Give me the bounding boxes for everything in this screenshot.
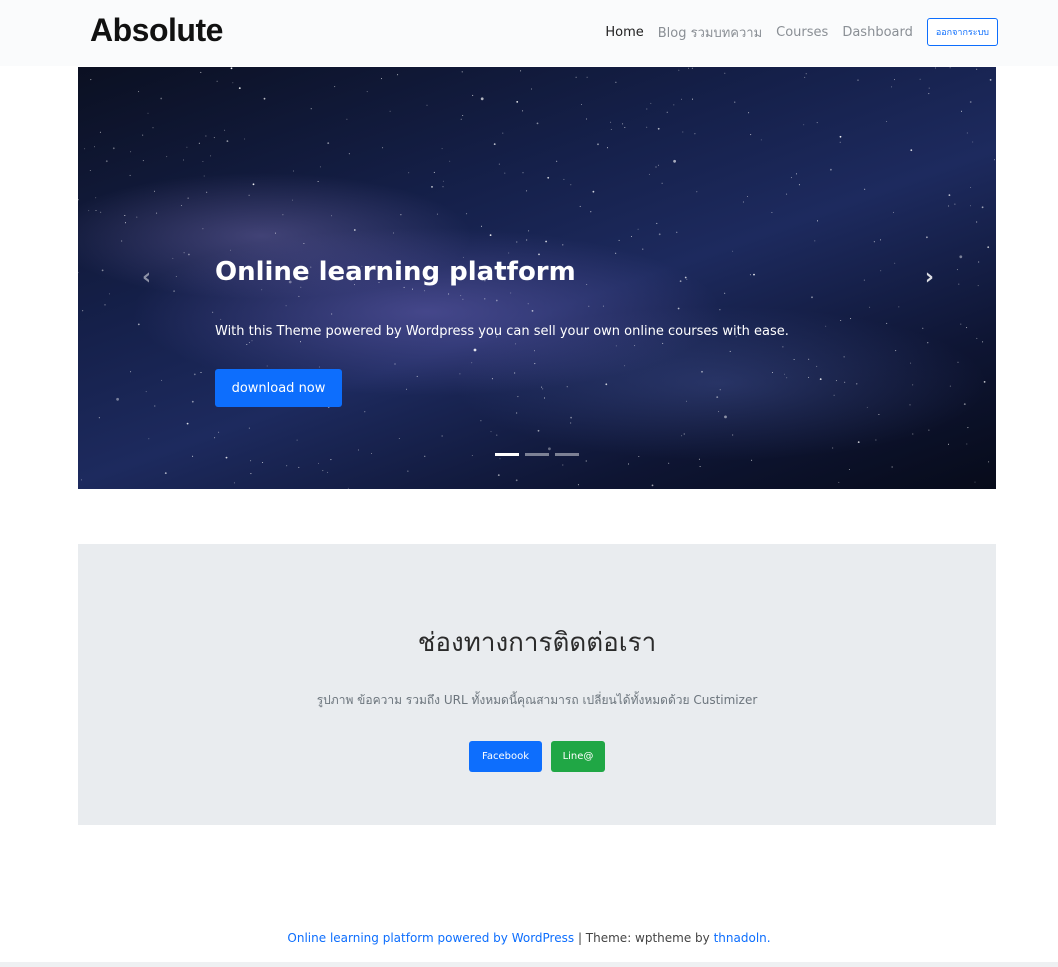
hero-carousel: Online learning platform With this Theme…: [78, 67, 996, 489]
contact-subtitle: รูปภาพ ข้อความ รวมถึง URL ทั้งหมดนี้คุณส…: [316, 693, 758, 707]
carousel-indicator-2[interactable]: [525, 453, 549, 456]
footer-author-link[interactable]: thnadoln.: [714, 931, 771, 945]
site-header: Absolute Home Blog รวมบทความ Courses Das…: [0, 0, 1058, 66]
footer-theme-text: | Theme: wptheme by: [574, 931, 714, 945]
nav-courses[interactable]: Courses: [776, 25, 828, 40]
carousel-indicator-1[interactable]: [495, 453, 519, 456]
chevron-right-icon[interactable]: ›: [925, 265, 934, 290]
facebook-button[interactable]: Facebook: [469, 741, 542, 772]
download-button[interactable]: download now: [215, 369, 342, 407]
nav-dashboard[interactable]: Dashboard: [842, 25, 913, 40]
hero-subtitle: With this Theme powered by Wordpress you…: [215, 324, 789, 339]
contact-section: ช่องทางการติดต่อเรา รูปภาพ ข้อความ รวมถึ…: [78, 544, 996, 825]
line-button[interactable]: Line@: [551, 741, 605, 772]
contact-title: ช่องทางการติดต่อเรา: [417, 628, 657, 658]
hero-title: Online learning platform: [215, 257, 576, 287]
carousel-indicators: [495, 453, 579, 456]
site-footer: Online learning platform powered by Word…: [0, 931, 1058, 945]
footer-divider: [0, 962, 1058, 967]
main-nav: Home Blog รวมบทความ Courses Dashboard ออ…: [605, 18, 998, 46]
signout-button[interactable]: ออกจากระบบ: [926, 18, 998, 46]
nav-home[interactable]: Home: [605, 25, 643, 40]
chevron-left-icon[interactable]: ‹: [142, 265, 151, 290]
site-brand[interactable]: Absolute: [90, 12, 223, 49]
contact-buttons: Facebook Line@: [78, 741, 996, 772]
carousel-indicator-3[interactable]: [555, 453, 579, 456]
nav-blog[interactable]: Blog รวมบทความ: [658, 22, 762, 43]
footer-site-link[interactable]: Online learning platform powered by Word…: [287, 931, 574, 945]
page: Absolute Home Blog รวมบทความ Courses Das…: [0, 0, 1058, 967]
